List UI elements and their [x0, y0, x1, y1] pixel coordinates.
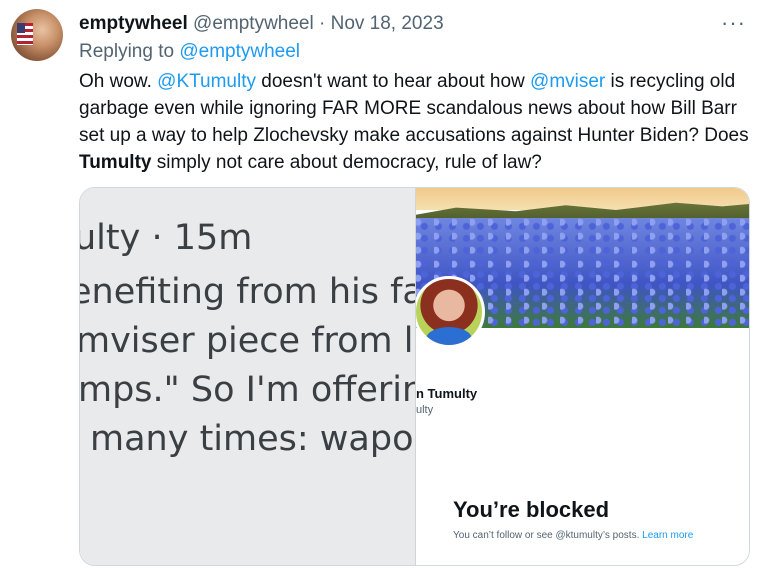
- screenshot-crop-right: n Tumulty ulty You’re blocked You can’t …: [416, 188, 749, 565]
- timestamp[interactable]: Nov 18, 2023: [331, 13, 444, 34]
- mention-ktumulty[interactable]: @KTumulty: [157, 71, 256, 92]
- more-options-icon[interactable]: ···: [721, 10, 746, 36]
- profile-name: n Tumulty: [416, 386, 478, 401]
- text-part: simply not care about democracy, rule of…: [151, 152, 542, 173]
- tweet-media-image[interactable]: ulty · 15m enefiting from his fatl mvise…: [79, 187, 750, 566]
- text-part: Oh wow.: [79, 71, 158, 92]
- profile-handle: ulty: [416, 404, 434, 416]
- learn-more-link: Learn more: [642, 530, 694, 541]
- replying-to: Replying to @emptywheel: [79, 41, 300, 63]
- screenshot-crop-left: ulty · 15m enefiting from his fatl mvise…: [80, 188, 416, 565]
- replying-handle-link[interactable]: @emptywheel: [179, 41, 300, 62]
- display-name[interactable]: emptywheel: [79, 13, 188, 34]
- author-avatar[interactable]: [11, 9, 63, 61]
- screenshot-line: mps." So I'm offering: [80, 370, 416, 410]
- bold-name: Tumulty: [79, 152, 152, 173]
- tweet-header: emptywheel @emptywheel · Nov 18, 2023: [79, 13, 444, 35]
- text-part: doesn't want to hear about how: [255, 71, 531, 92]
- separator: ·: [319, 13, 326, 34]
- screenshot-line: enefiting from his fatl: [80, 272, 415, 312]
- blocked-message: You can’t follow or see @ktumulty’s post…: [453, 529, 703, 543]
- replying-prefix: Replying to: [79, 41, 175, 62]
- blocked-text: You can’t follow or see @ktumulty’s post…: [453, 530, 643, 541]
- screenshot-line: many times: wapo.s: [90, 419, 416, 459]
- flag-icon: [17, 23, 33, 45]
- handle[interactable]: @emptywheel: [193, 13, 314, 34]
- screenshot-line: mviser piece from lef: [80, 321, 416, 361]
- profile-avatar: [416, 276, 485, 348]
- screenshot-line: ulty · 15m: [80, 218, 253, 258]
- blocked-title: You’re blocked: [453, 497, 610, 522]
- mention-mviser[interactable]: @mviser: [530, 71, 605, 92]
- tweet-text: Oh wow. @KTumulty doesn't want to hear a…: [79, 68, 751, 176]
